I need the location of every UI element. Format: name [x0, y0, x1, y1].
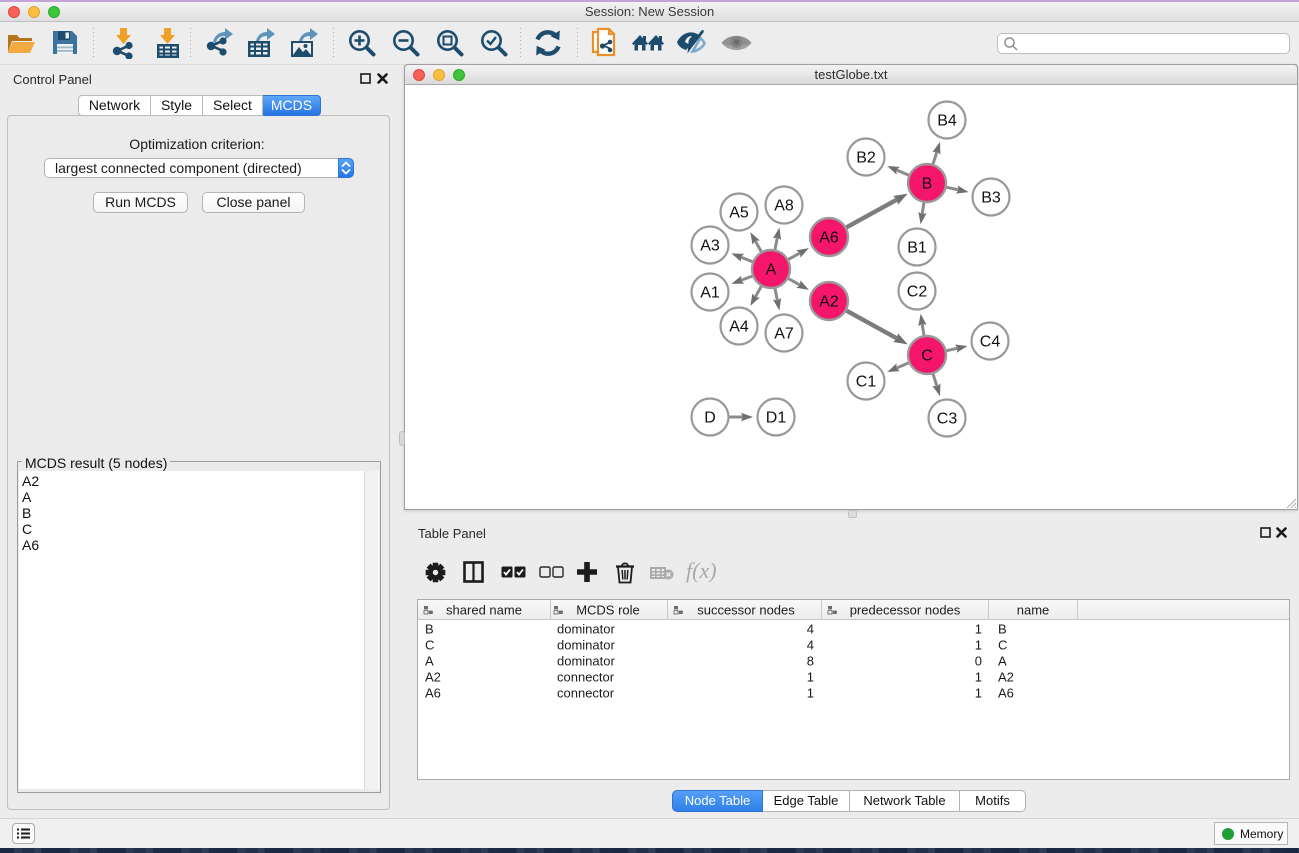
svg-text:1: 1: [975, 686, 982, 701]
svg-text:1: 1: [807, 670, 814, 685]
svg-text:B1: B1: [907, 240, 927, 257]
svg-text:A6: A6: [425, 686, 441, 701]
svg-text:B2: B2: [856, 150, 876, 167]
svg-text:C1: C1: [856, 374, 877, 391]
svg-text:A8: A8: [774, 198, 794, 215]
svg-text:C: C: [921, 348, 933, 365]
svg-text:name: name: [1017, 603, 1050, 618]
svg-text:4: 4: [807, 622, 814, 637]
svg-text:A5: A5: [729, 205, 749, 222]
svg-text:1: 1: [975, 670, 982, 685]
svg-text:C4: C4: [980, 334, 1001, 351]
svg-text:C3: C3: [937, 411, 958, 428]
svg-text:shared name: shared name: [446, 603, 522, 618]
svg-text:D: D: [704, 410, 716, 427]
svg-text:A4: A4: [729, 319, 749, 336]
svg-text:C: C: [425, 638, 434, 653]
svg-text:A2: A2: [998, 670, 1014, 685]
svg-text:C2: C2: [907, 284, 928, 301]
svg-text:dominator: dominator: [557, 654, 615, 669]
svg-text:B: B: [998, 622, 1007, 637]
svg-text:1: 1: [975, 638, 982, 653]
svg-text:C: C: [998, 638, 1007, 653]
svg-text:0: 0: [975, 654, 982, 669]
svg-text:A7: A7: [774, 326, 794, 343]
svg-text:predecessor nodes: predecessor nodes: [850, 603, 961, 618]
svg-text:dominator: dominator: [557, 622, 615, 637]
svg-text:1: 1: [975, 622, 982, 637]
svg-text:successor nodes: successor nodes: [697, 603, 795, 618]
svg-text:B: B: [922, 176, 933, 193]
svg-text:A1: A1: [700, 285, 720, 302]
svg-text:B3: B3: [981, 190, 1001, 207]
svg-text:8: 8: [807, 654, 814, 669]
svg-text:A: A: [425, 654, 434, 669]
svg-text:1: 1: [807, 686, 814, 701]
svg-text:D1: D1: [766, 410, 787, 427]
svg-text:dominator: dominator: [557, 638, 615, 653]
svg-text:A6: A6: [998, 686, 1014, 701]
svg-text:B4: B4: [937, 113, 957, 130]
svg-text:connector: connector: [557, 670, 615, 685]
svg-text:A2: A2: [425, 670, 441, 685]
svg-text:MCDS role: MCDS role: [576, 603, 640, 618]
svg-text:B: B: [425, 622, 434, 637]
svg-text:A6: A6: [819, 230, 839, 247]
svg-text:A2: A2: [819, 294, 839, 311]
svg-text:A3: A3: [700, 238, 720, 255]
svg-text:A: A: [766, 262, 777, 279]
svg-text:A: A: [998, 654, 1007, 669]
svg-text:4: 4: [807, 638, 814, 653]
svg-text:connector: connector: [557, 686, 615, 701]
